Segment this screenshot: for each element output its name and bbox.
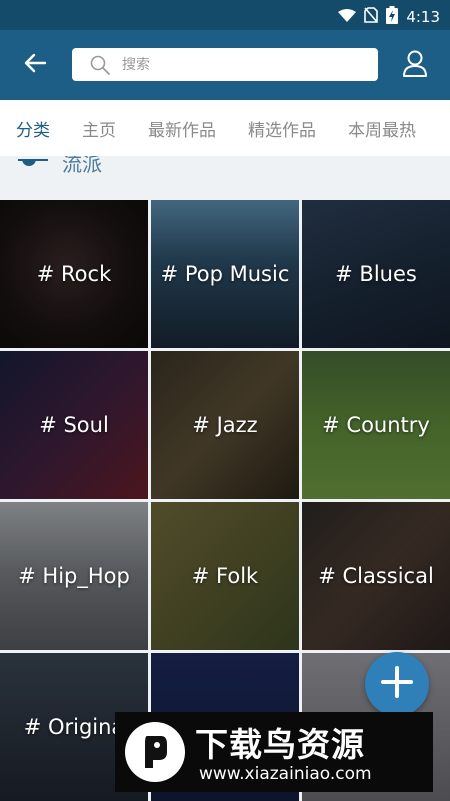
genre-tile-pop-music[interactable]: # Pop Music bbox=[151, 200, 299, 348]
genre-tile-folk[interactable]: # Folk bbox=[151, 502, 299, 650]
section-header: 流派 bbox=[0, 156, 450, 201]
tab-categories[interactable]: 分类 bbox=[16, 116, 50, 141]
genre-tile-classical[interactable]: # Classical bbox=[302, 502, 450, 650]
tab-weekly-hottest[interactable]: 本周最热 bbox=[348, 116, 416, 141]
status-icons: 4:13 bbox=[338, 6, 440, 28]
genre-label: # Country bbox=[322, 413, 430, 437]
genre-label: # Pop Music bbox=[160, 262, 290, 286]
watermark-url: www.xiazainiao.com bbox=[199, 764, 372, 784]
tab-home[interactable]: 主页 bbox=[82, 116, 116, 141]
genre-label: # Soul bbox=[39, 413, 109, 437]
user-profile-button[interactable] bbox=[400, 50, 430, 80]
watermark-title: 下载鸟资源 bbox=[195, 725, 365, 764]
search-box[interactable] bbox=[72, 48, 378, 81]
genre-label: # Jazz bbox=[192, 413, 258, 437]
app-bar bbox=[0, 30, 450, 100]
genre-tile-rock[interactable]: # Rock bbox=[0, 200, 148, 348]
search-icon bbox=[90, 55, 110, 75]
genre-tile-blues[interactable]: # Blues bbox=[302, 200, 450, 348]
tab-featured-works[interactable]: 精选作品 bbox=[248, 116, 316, 141]
genre-label: # Blues bbox=[335, 262, 417, 286]
tab-latest-works[interactable]: 最新作品 bbox=[148, 116, 216, 141]
tab-bar: 分类 主页 最新作品 精选作品 本周最热 bbox=[0, 100, 450, 156]
watermark-banner: 下载鸟资源 www.xiazainiao.com bbox=[115, 712, 433, 792]
genre-label: # Classical bbox=[318, 564, 434, 588]
section-marker-icon bbox=[18, 156, 48, 166]
arrow-left-icon bbox=[23, 53, 47, 77]
genre-tile-country[interactable]: # Country bbox=[302, 351, 450, 499]
no-sim-icon bbox=[364, 7, 379, 27]
genre-label: # Rock bbox=[36, 262, 112, 286]
genre-tile-jazz[interactable]: # Jazz bbox=[151, 351, 299, 499]
genre-label: # Folk bbox=[191, 564, 259, 588]
status-bar: 4:13 bbox=[0, 0, 450, 30]
genre-tile-hip-hop[interactable]: # Hip_Hop bbox=[0, 502, 148, 650]
status-time: 4:13 bbox=[406, 8, 440, 26]
genre-label: # Hip_Hop bbox=[18, 564, 130, 588]
wifi-icon bbox=[338, 8, 357, 27]
search-input[interactable] bbox=[120, 48, 364, 81]
back-button[interactable] bbox=[18, 50, 52, 80]
section-title: 流派 bbox=[62, 156, 102, 176]
battery-charging-icon bbox=[386, 6, 399, 28]
bird-logo-icon bbox=[125, 722, 185, 782]
genre-tile-soul[interactable]: # Soul bbox=[0, 351, 148, 499]
plus-icon bbox=[380, 665, 414, 703]
user-icon bbox=[402, 49, 428, 81]
add-button[interactable] bbox=[365, 652, 429, 716]
genre-label: # Origina bbox=[23, 715, 125, 739]
